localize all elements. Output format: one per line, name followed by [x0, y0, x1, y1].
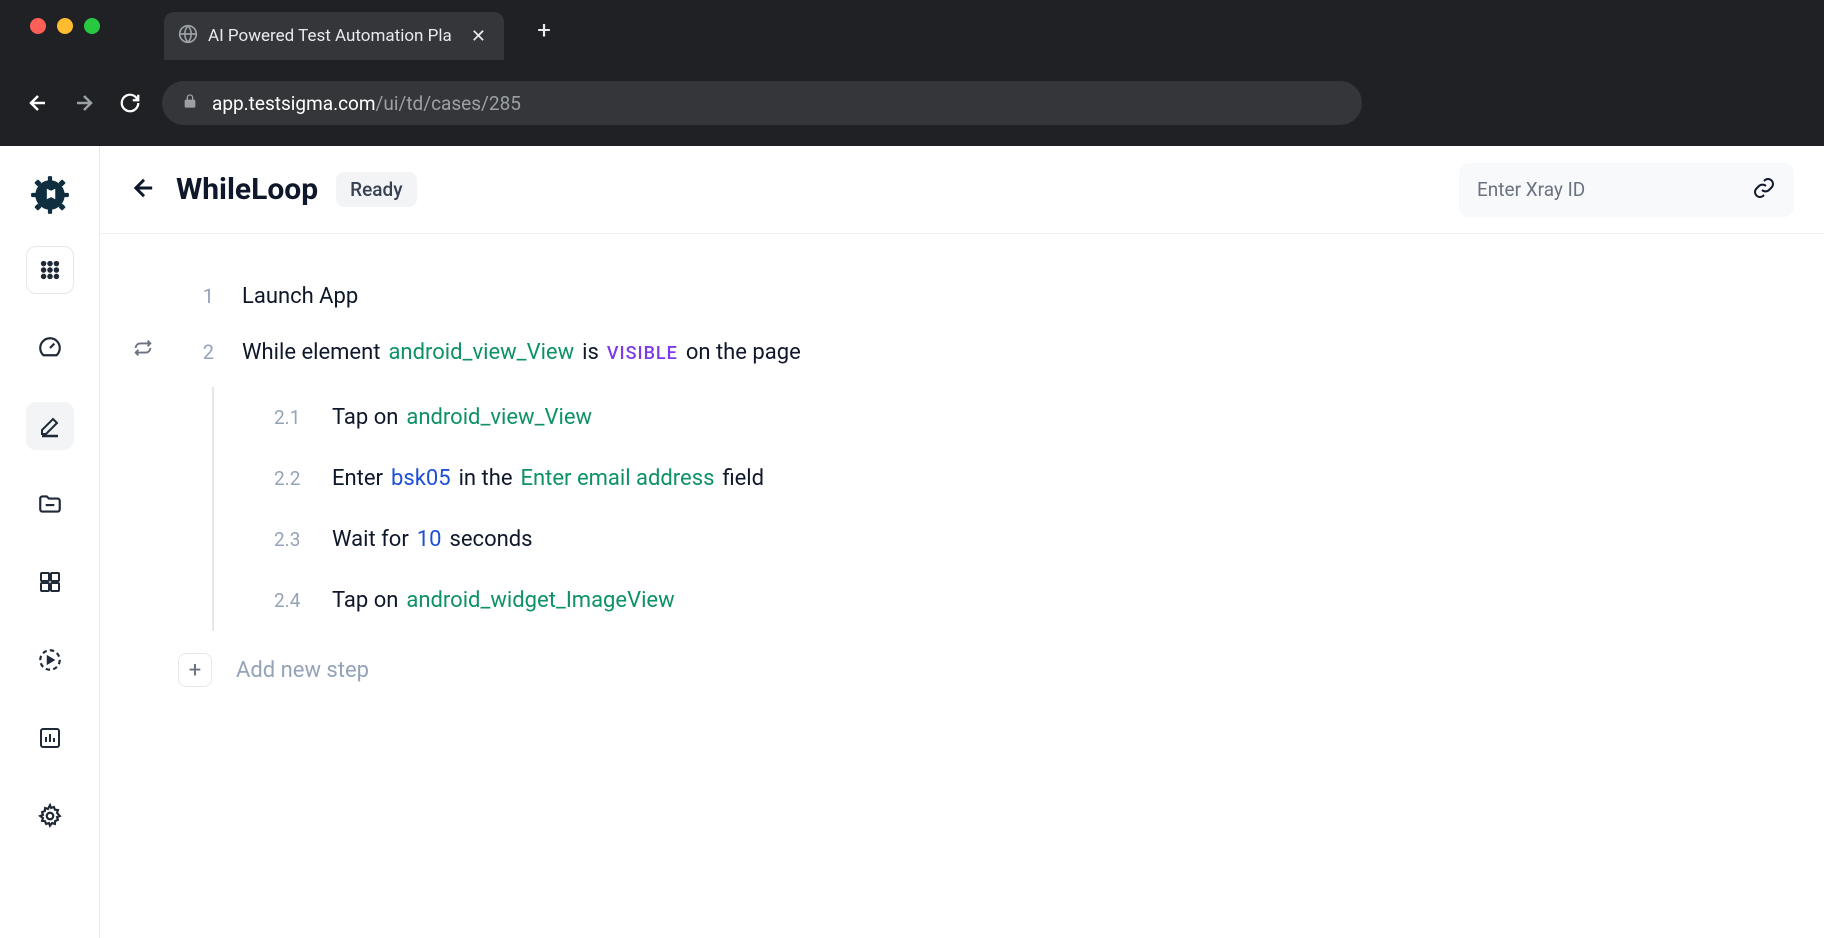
xray-id-input[interactable]: [1477, 178, 1722, 201]
globe-icon: [178, 24, 198, 48]
forward-button[interactable]: [70, 89, 98, 117]
substep-number: 2.1: [274, 406, 308, 429]
substep-text: Wait for 10 seconds: [332, 527, 533, 552]
add-step-row: + Add new step: [130, 631, 1794, 687]
sidebar-item-settings[interactable]: [26, 792, 74, 840]
substep-row[interactable]: 2.4 Tap on android_widget_ImageView: [222, 570, 1794, 631]
browser-chrome: AI Powered Test Automation Pla ✕ + app.t…: [0, 0, 1824, 146]
url-path: /ui/td/cases/285: [376, 92, 521, 115]
window-minimize-button[interactable]: [57, 18, 73, 34]
step-keyword: field: [722, 466, 764, 491]
step-state-token[interactable]: VISIBLE: [607, 343, 678, 364]
substep-number: 2.2: [274, 467, 308, 490]
step-keyword: Tap on: [332, 405, 398, 430]
substep-number: 2.3: [274, 528, 308, 551]
step-keyword: Enter: [332, 466, 383, 491]
step-keyword: in the: [459, 466, 513, 491]
step-action: Launch App: [242, 284, 358, 309]
step-element-token[interactable]: android_view_View: [388, 340, 574, 365]
reload-button[interactable]: [116, 89, 144, 117]
substep-row[interactable]: 2.2 Enter bsk05 in the Enter email addre…: [222, 448, 1794, 509]
url-text: app.testsigma.com/ui/td/cases/285: [212, 92, 521, 115]
sidebar: [0, 146, 100, 938]
step-text: While element android_view_View is VISIB…: [242, 340, 801, 365]
substep-text: Enter bsk05 in the Enter email address f…: [332, 466, 764, 491]
app-logo[interactable]: [29, 174, 71, 216]
step-value-token[interactable]: bsk05: [391, 466, 451, 491]
url-host: app.testsigma.com: [212, 92, 376, 115]
substep-text: Tap on android_widget_ImageView: [332, 588, 675, 613]
step-element-token[interactable]: android_widget_ImageView: [406, 588, 674, 613]
step-keyword: Wait for: [332, 527, 409, 552]
sidebar-item-runs[interactable]: [26, 636, 74, 684]
step-number: 2: [184, 340, 214, 364]
step-row[interactable]: 1 Launch App: [130, 270, 1794, 323]
step-keyword: seconds: [450, 527, 533, 552]
page-title: WhileLoop: [176, 172, 318, 207]
step-keyword: is: [582, 340, 599, 365]
page-header: WhileLoop Ready: [100, 146, 1824, 234]
window-close-button[interactable]: [30, 18, 46, 34]
app-container: WhileLoop Ready 1 Launch App: [0, 146, 1824, 938]
toolbar: app.testsigma.com/ui/td/cases/285: [0, 70, 1824, 136]
tab-bar: AI Powered Test Automation Pla ✕ +: [0, 0, 1824, 60]
loop-icon: [130, 337, 156, 359]
step-element-token[interactable]: android_view_View: [406, 405, 592, 430]
sidebar-item-reports[interactable]: [26, 714, 74, 762]
substep-number: 2.4: [274, 589, 308, 612]
substeps-container: 2.1 Tap on android_view_View 2.2 Enter b…: [212, 387, 1794, 631]
back-button[interactable]: [24, 89, 52, 117]
sidebar-item-edit[interactable]: [26, 402, 74, 450]
step-keyword: on the page: [686, 340, 801, 365]
step-row-while[interactable]: 2 While element android_view_View is VIS…: [130, 323, 1794, 379]
add-step-button[interactable]: +: [178, 653, 212, 687]
new-tab-button[interactable]: +: [528, 14, 560, 46]
address-bar[interactable]: app.testsigma.com/ui/td/cases/285: [162, 81, 1362, 125]
tab-close-button[interactable]: ✕: [467, 24, 490, 49]
window-controls: [0, 0, 100, 34]
step-keyword: Tap on: [332, 588, 398, 613]
sidebar-item-dashboard[interactable]: [26, 324, 74, 372]
step-text: Launch App: [242, 284, 358, 309]
sidebar-item-files[interactable]: [26, 480, 74, 528]
window-maximize-button[interactable]: [84, 18, 100, 34]
step-keyword: While element: [242, 340, 380, 365]
steps-list: 1 Launch App 2 While element android_vie…: [100, 234, 1824, 723]
main-content: WhileLoop Ready 1 Launch App: [100, 146, 1824, 938]
xray-id-box: [1459, 163, 1794, 217]
step-value-token[interactable]: 10: [417, 527, 442, 552]
sidebar-item-apps[interactable]: [26, 246, 74, 294]
step-element-token[interactable]: Enter email address: [521, 466, 715, 491]
step-number: 1: [184, 284, 214, 308]
lock-icon: [182, 93, 198, 113]
sidebar-item-grid[interactable]: [26, 558, 74, 606]
tab-title: AI Powered Test Automation Pla: [208, 26, 457, 46]
browser-tab[interactable]: AI Powered Test Automation Pla ✕: [164, 12, 504, 60]
back-arrow-button[interactable]: [130, 174, 158, 206]
status-badge: Ready: [336, 172, 416, 207]
add-step-label[interactable]: Add new step: [236, 658, 369, 683]
link-icon[interactable]: [1752, 176, 1776, 204]
substep-text: Tap on android_view_View: [332, 405, 592, 430]
substep-row[interactable]: 2.1 Tap on android_view_View: [222, 387, 1794, 448]
substep-row[interactable]: 2.3 Wait for 10 seconds: [222, 509, 1794, 570]
